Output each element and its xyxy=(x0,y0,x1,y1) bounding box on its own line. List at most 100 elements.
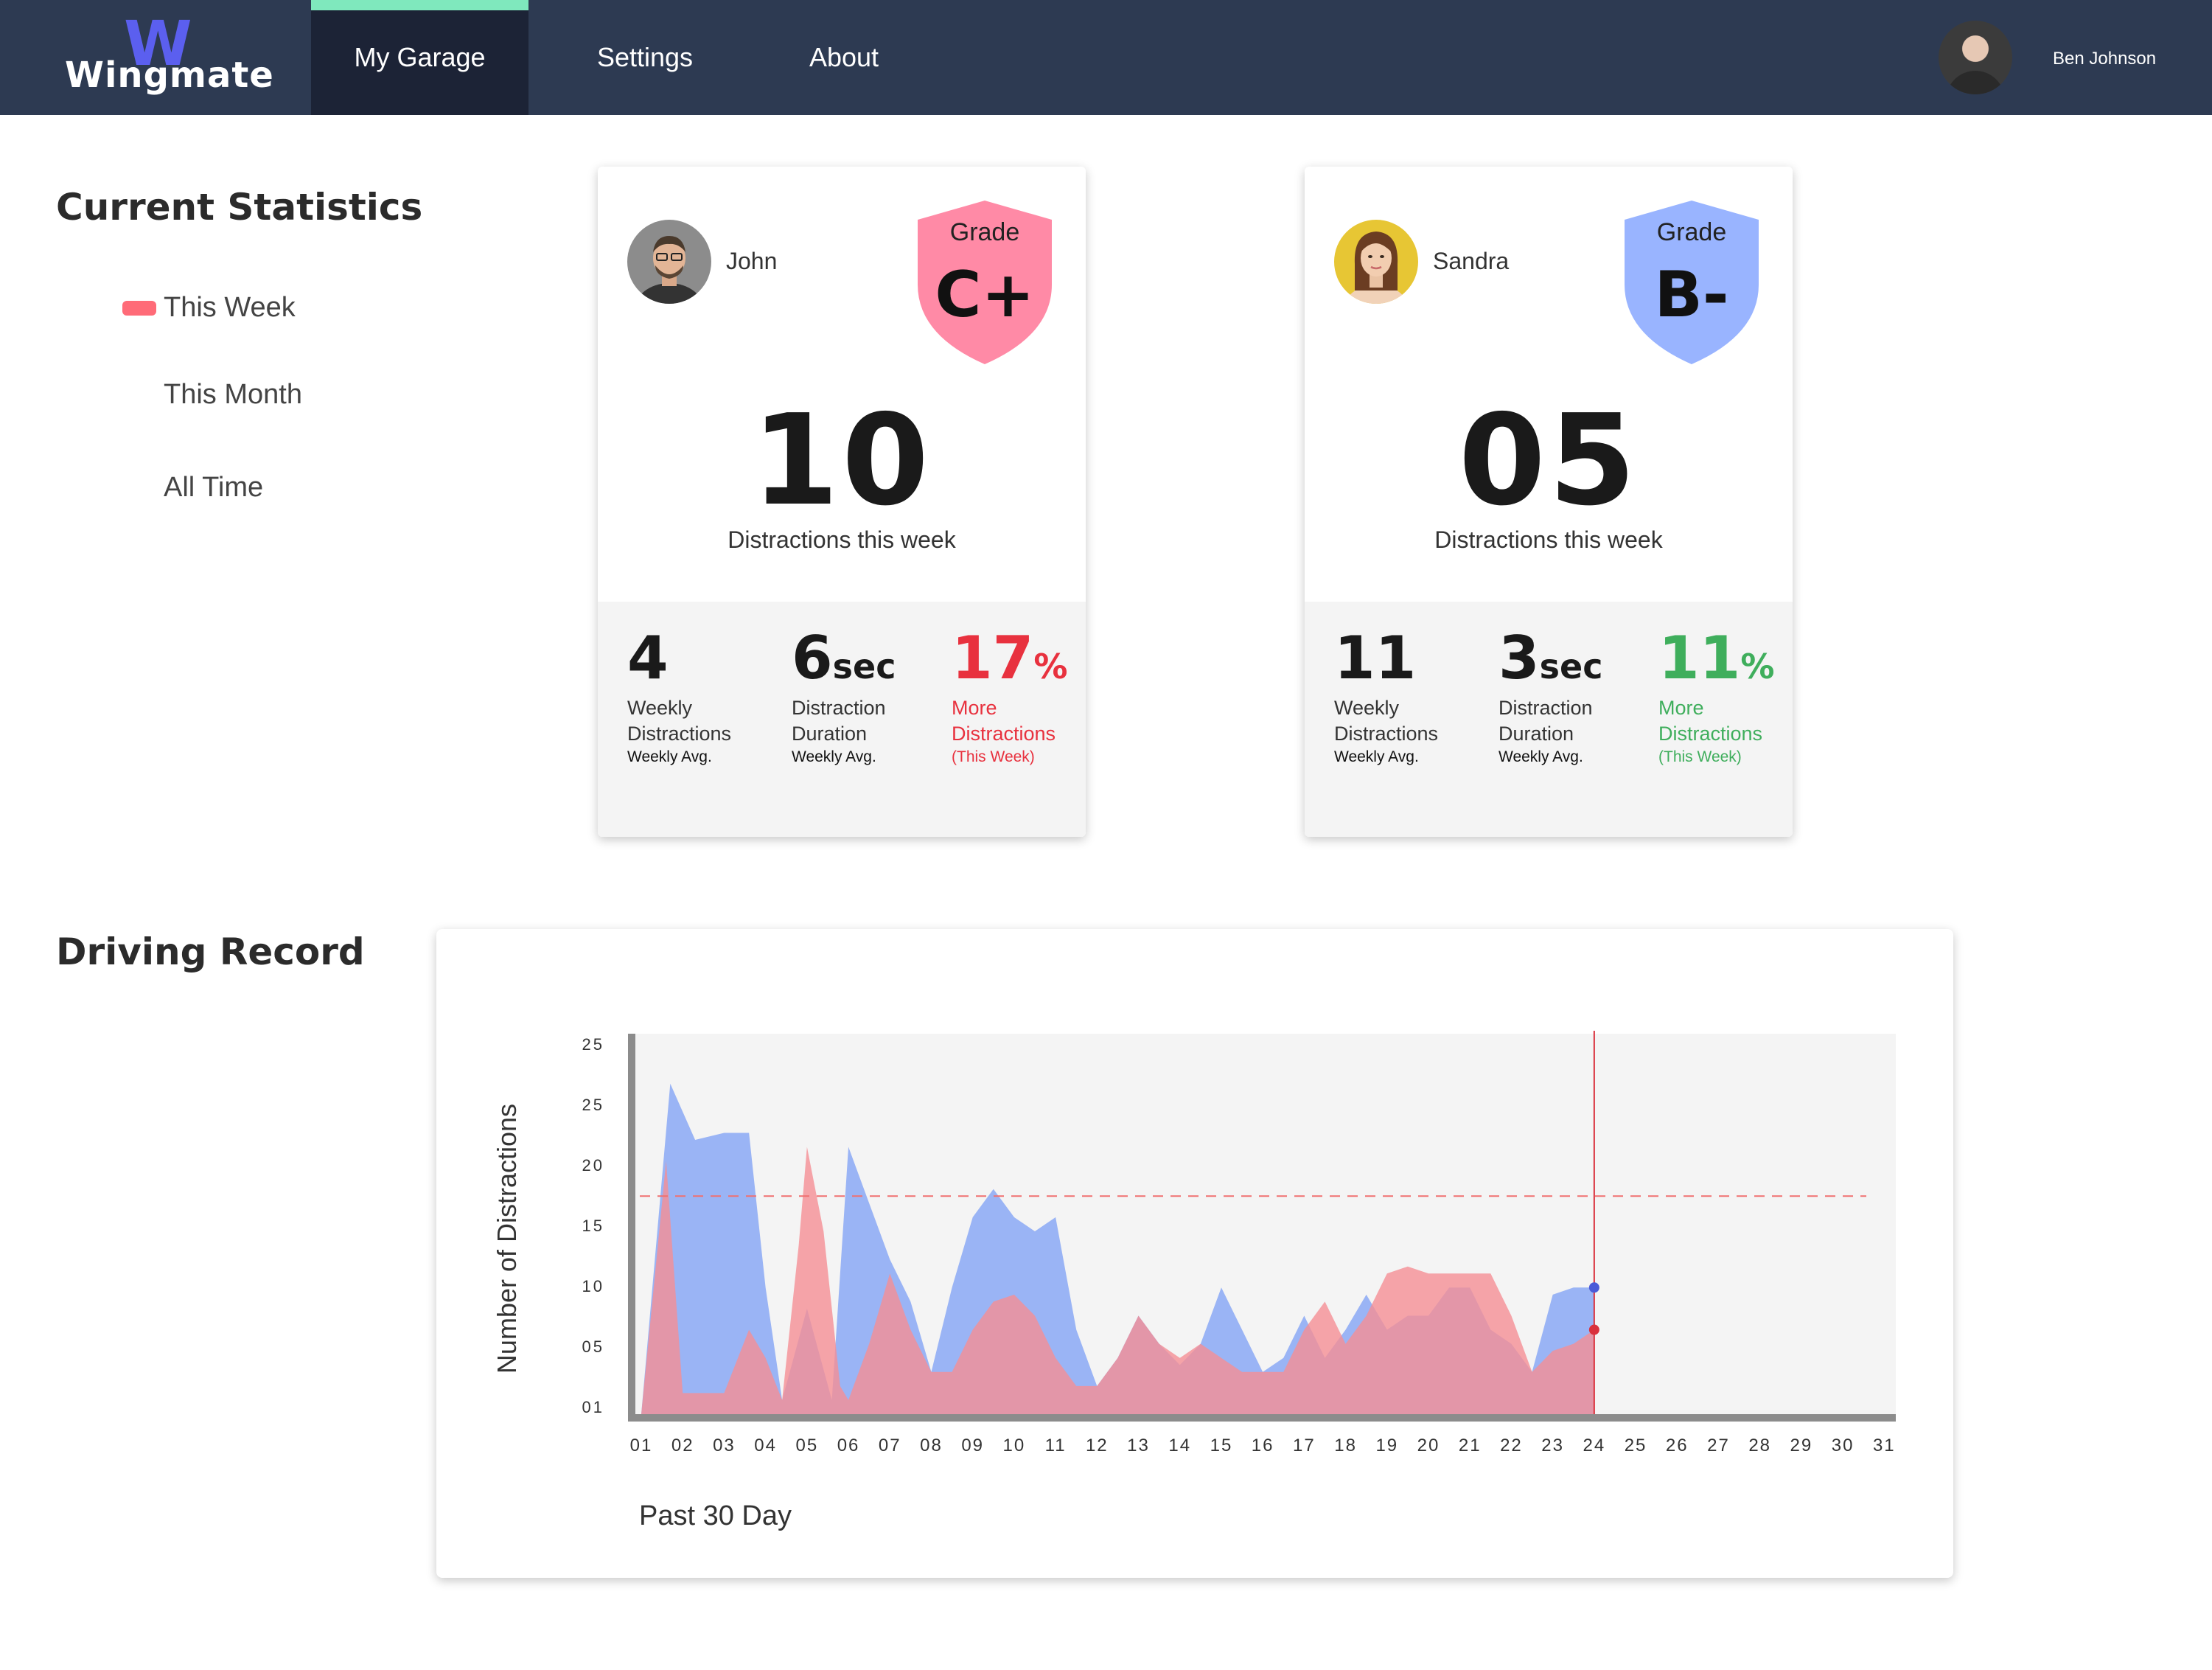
x-tick-label: 24 xyxy=(1583,1436,1605,1455)
current-statistics-title: Current Statistics xyxy=(56,186,423,229)
x-tick-label: 03 xyxy=(713,1436,736,1455)
stat-label-3: Weekly Avg. xyxy=(1498,748,1583,765)
nav-settings[interactable]: Settings xyxy=(582,0,708,115)
y-axis-label: Number of Distractions xyxy=(492,1104,522,1374)
stat-label-1: More xyxy=(1658,697,1704,719)
distraction-count-caption: Distractions this week xyxy=(1434,526,1663,553)
stat-weekly-distractions: 4 Weekly Distractions Weekly Avg. xyxy=(627,624,731,766)
distraction-count: 05 xyxy=(1458,388,1639,534)
stat-label-2: Distractions xyxy=(1334,723,1439,745)
period-all-time[interactable]: All Time xyxy=(164,472,263,504)
stat-label-2: Distractions xyxy=(1658,723,1763,745)
stat-label-2: Distractions xyxy=(952,723,1056,745)
stat-value: 11% xyxy=(1658,624,1775,692)
x-tick-label: 14 xyxy=(1168,1436,1191,1455)
grade-label: Grade xyxy=(1656,218,1727,246)
x-tick-label: 27 xyxy=(1707,1436,1730,1455)
user-avatar[interactable] xyxy=(1939,21,2012,94)
logo-text: Wingmate xyxy=(65,55,274,96)
x-tick-label: 29 xyxy=(1790,1436,1813,1455)
stat-distraction-change: 17% More Distractions (This Week) xyxy=(952,624,1067,766)
x-tick-label: 06 xyxy=(837,1436,860,1455)
driver-name: Sandra xyxy=(1433,248,1510,274)
x-tick-label: 07 xyxy=(879,1436,901,1455)
driving-record-chart[interactable]: 01 05 10 15 20 25 25 01 02 03 04 05 06 07 08 09 10 11 12 13… xyxy=(436,929,1953,1578)
active-period-indicator xyxy=(122,301,156,316)
stat-distraction-duration: 3sec Distraction Duration Weekly Avg. xyxy=(1498,624,1603,766)
x-tick-label: 04 xyxy=(754,1436,777,1455)
x-tick-label: 16 xyxy=(1252,1436,1274,1455)
x-tick-label: 13 xyxy=(1127,1436,1150,1455)
stat-distraction-duration: 6sec Distraction Duration Weekly Avg. xyxy=(792,624,896,766)
stat-label-3: Weekly Avg. xyxy=(627,748,712,765)
stat-value: 17% xyxy=(952,624,1068,692)
y-tick-label: 05 xyxy=(582,1337,604,1356)
x-tick-label: 15 xyxy=(1210,1436,1233,1455)
y-tick-label: 20 xyxy=(582,1156,604,1175)
y-tick-label: 25 xyxy=(582,1035,604,1054)
y-tick-label: 01 xyxy=(582,1398,604,1416)
x-axis-line xyxy=(628,1414,1896,1422)
x-tick-label: 23 xyxy=(1541,1436,1564,1455)
x-tick-label: 28 xyxy=(1748,1436,1771,1455)
series-endpoint-1 xyxy=(1588,1282,1599,1293)
x-tick-label: 31 xyxy=(1873,1436,1896,1455)
x-tick-label: 30 xyxy=(1832,1436,1855,1455)
x-tick-label: 11 xyxy=(1045,1436,1067,1455)
driving-record-title: Driving Record xyxy=(56,930,365,973)
stat-value: 6sec xyxy=(792,624,896,692)
y-tick-label: 15 xyxy=(582,1217,604,1235)
stat-label-3: (This Week) xyxy=(952,748,1035,765)
period-this-week[interactable]: This Week xyxy=(164,292,296,324)
x-tick-label: 02 xyxy=(671,1436,694,1455)
x-tick-label: 01 xyxy=(630,1436,653,1455)
wingmate-logo[interactable]: W Wingmate xyxy=(65,7,273,111)
x-tick-label: 20 xyxy=(1417,1436,1440,1455)
driver-avatar xyxy=(627,220,711,304)
x-tick-label: 18 xyxy=(1334,1436,1357,1455)
user-name[interactable]: Ben Johnson xyxy=(2053,49,2156,69)
period-this-month[interactable]: This Month xyxy=(164,379,302,411)
avatar-shoulders xyxy=(1946,71,2005,94)
stat-label-1: Distraction xyxy=(1498,697,1593,719)
stat-weekly-distractions: 11 Weekly Distractions Weekly Avg. xyxy=(1334,624,1438,766)
x-tick-label: 25 xyxy=(1625,1436,1647,1455)
stat-value: 3sec xyxy=(1498,624,1603,692)
y-tick-label: 25 xyxy=(582,1096,604,1114)
stat-label-1: More xyxy=(952,697,997,719)
driver-card-sandra[interactable]: Sandra Grade B- 05 Distractions this wee… xyxy=(1305,167,1793,837)
card-stats-panel: 4 Weekly Distractions Weekly Avg. 6sec D… xyxy=(598,602,1086,837)
x-tick-label: 22 xyxy=(1500,1436,1523,1455)
stat-label-1: Distraction xyxy=(792,697,886,719)
stat-value: 4 xyxy=(627,624,669,692)
top-navigation-bar: W Wingmate My Garage Settings About Ben … xyxy=(0,0,2212,115)
x-tick-label: 26 xyxy=(1666,1436,1689,1455)
x-tick-label: 10 xyxy=(1003,1436,1026,1455)
driver-avatar-image xyxy=(627,220,711,304)
driving-record-chart-card: 01 05 10 15 20 25 25 01 02 03 04 05 06 07 08 09 10 11 12 13… xyxy=(436,929,1953,1578)
stat-label-2: Duration xyxy=(792,723,868,745)
nav-about[interactable]: About xyxy=(792,0,896,115)
y-tick-label: 10 xyxy=(582,1277,604,1295)
stat-label-2: Duration xyxy=(1498,723,1574,745)
driver-avatar-image xyxy=(1334,220,1418,304)
nav-my-garage[interactable]: My Garage xyxy=(311,0,528,115)
x-tick-label: 09 xyxy=(961,1436,984,1455)
x-tick-label: 21 xyxy=(1459,1436,1482,1455)
stat-label-3: (This Week) xyxy=(1658,748,1742,765)
stat-label-1: Weekly xyxy=(1334,697,1400,719)
driver-card-john[interactable]: John Grade C+ 10 Distractions this week … xyxy=(598,167,1086,837)
stat-label-2: Distractions xyxy=(627,723,732,745)
grade-value: B- xyxy=(1654,258,1729,332)
x-tick-label: 08 xyxy=(920,1436,943,1455)
stat-label-3: Weekly Avg. xyxy=(792,748,876,765)
x-tick-label: 17 xyxy=(1293,1436,1316,1455)
driver-avatar xyxy=(1334,220,1418,304)
stat-distraction-change: 11% More Distractions (This Week) xyxy=(1658,624,1774,766)
stat-value: 11 xyxy=(1334,624,1417,692)
grade-label: Grade xyxy=(949,218,1020,246)
chart-period-caption: Past 30 Day xyxy=(639,1500,792,1531)
distraction-count-caption: Distractions this week xyxy=(728,526,956,553)
x-tick-label: 19 xyxy=(1375,1436,1398,1455)
y-axis-line xyxy=(628,1034,635,1420)
